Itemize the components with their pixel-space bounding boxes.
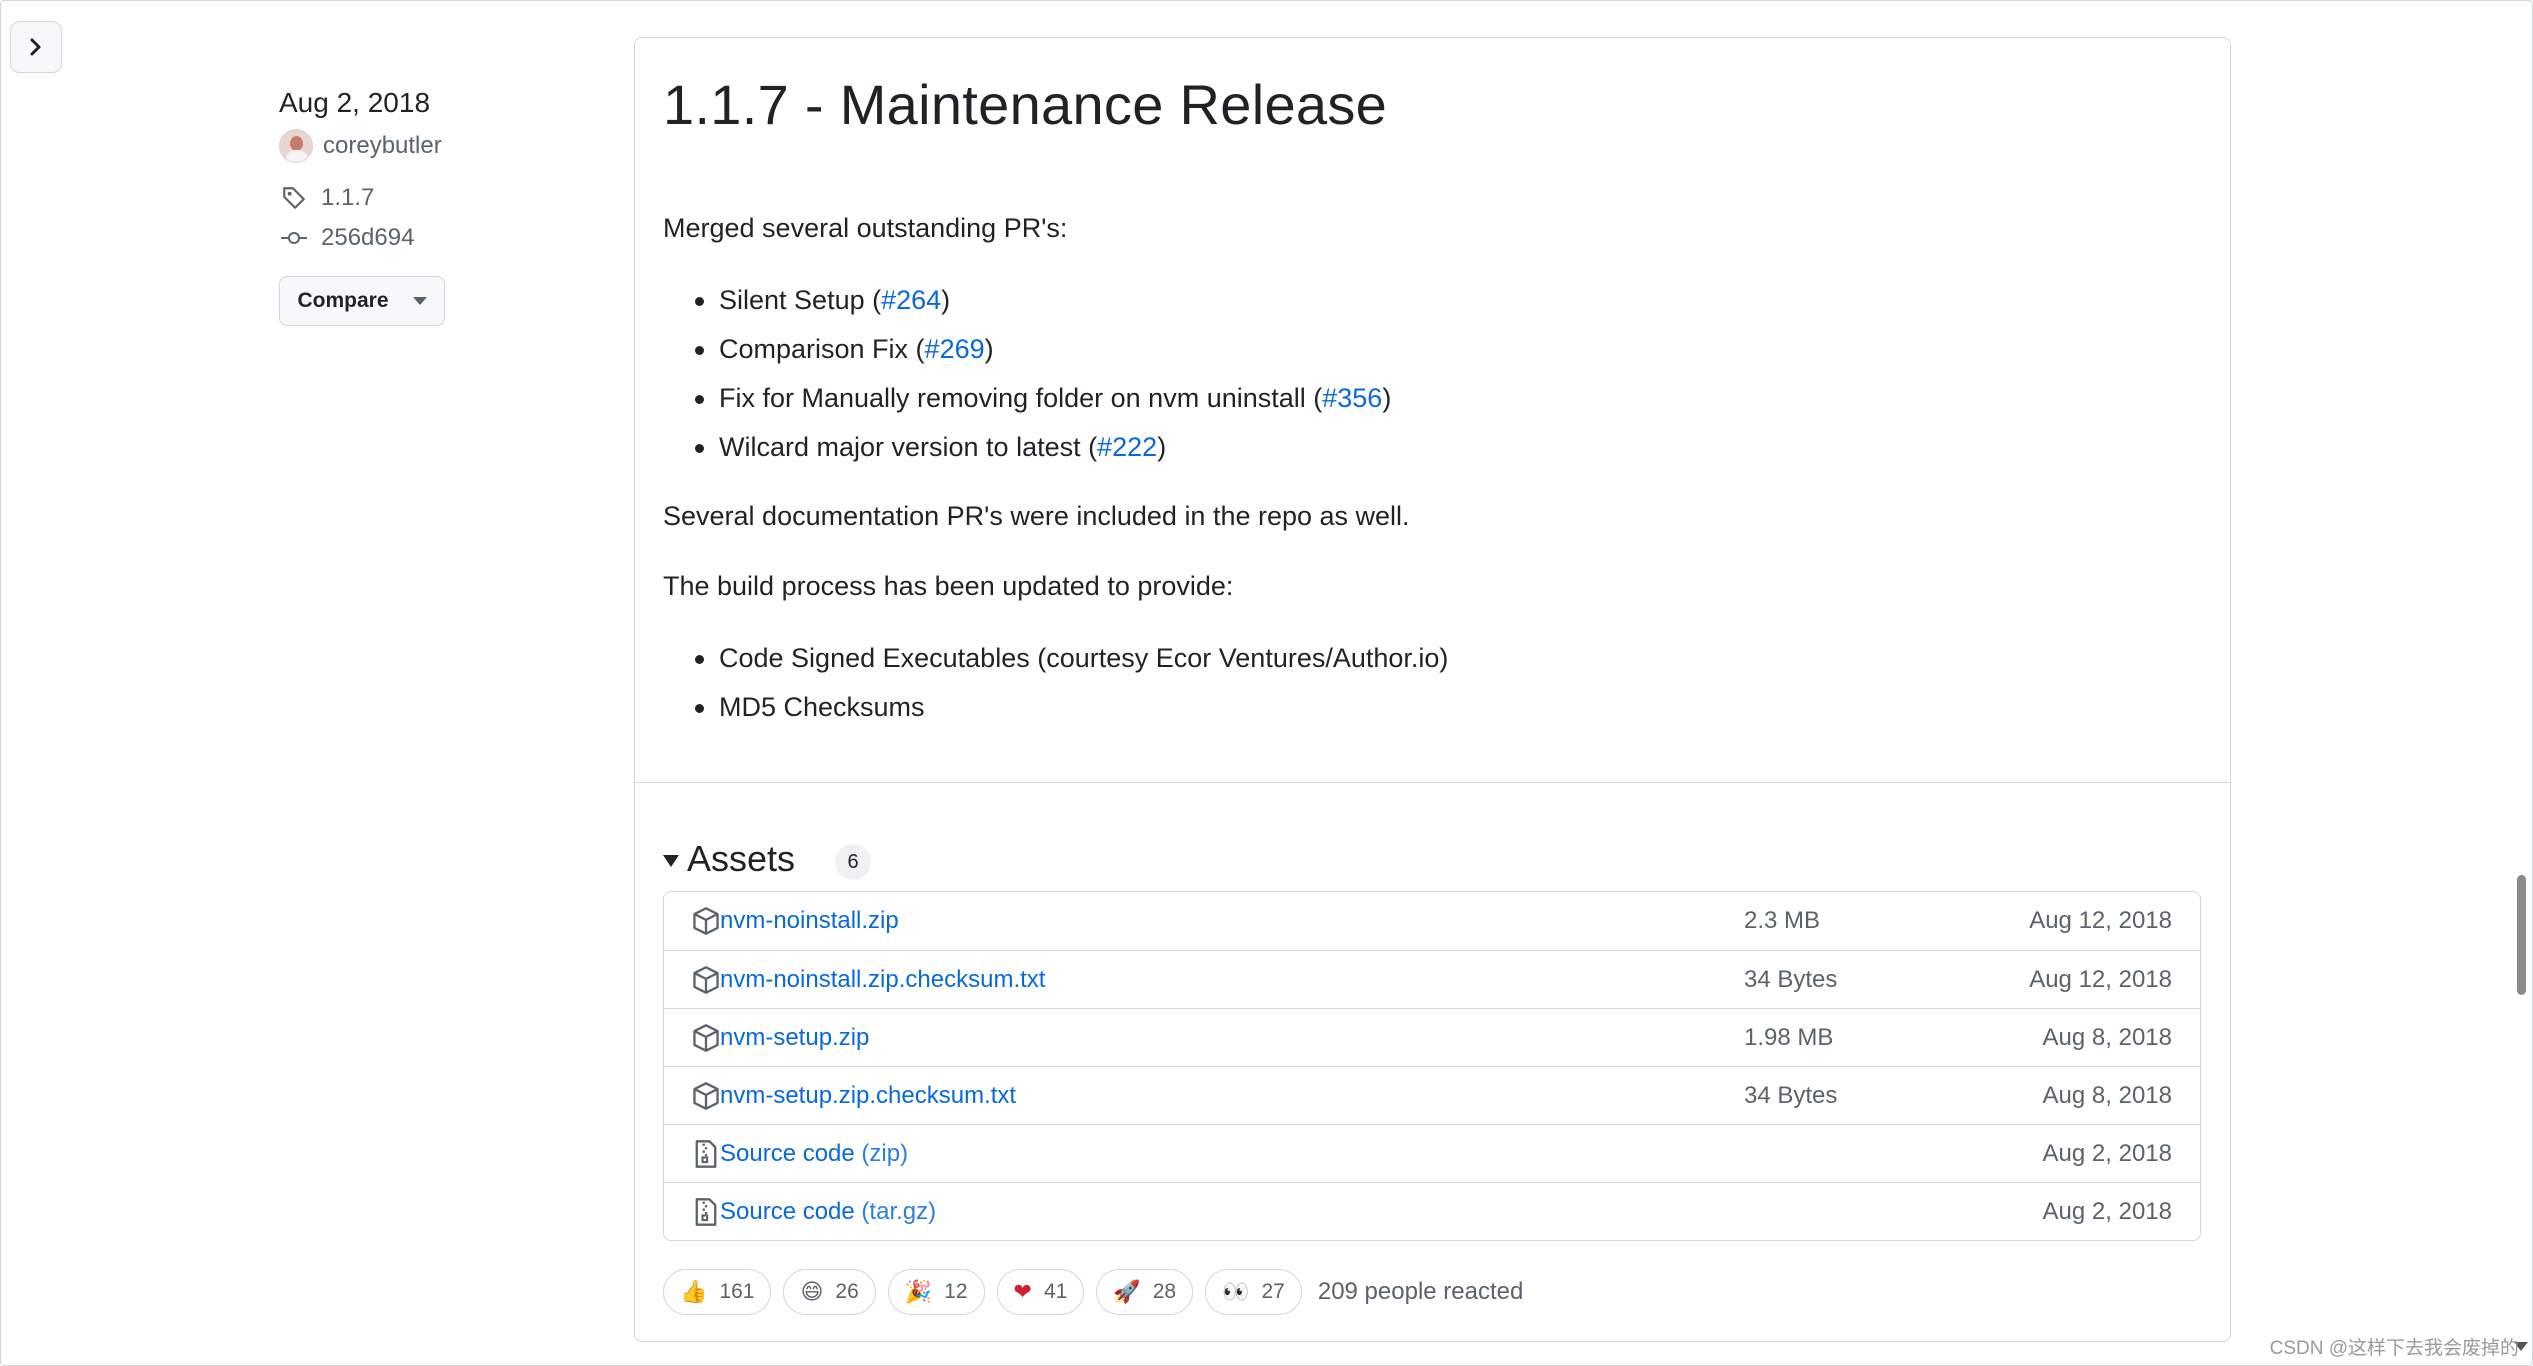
- release-notes: Merged several outstanding PR's: Silent …: [663, 206, 2203, 754]
- watermark: CSDN @这样下去我会废掉的: [2269, 1338, 2519, 1359]
- eyes-icon: 👀: [1222, 1279, 1250, 1304]
- release-sidebar: Aug 2, 2018 coreybutler 1.1.7 256d694 Co…: [279, 80, 609, 326]
- asset-size: 2.3 MB: [1744, 907, 1821, 934]
- asset-date: Aug 2, 2018: [2042, 1197, 2172, 1225]
- reaction-count: 161: [719, 1280, 755, 1303]
- list-item: MD5 Checksums: [691, 683, 2203, 732]
- release-card: 1.1.7 - Maintenance Release Merged sever…: [634, 37, 2231, 1342]
- table-row: nvm-setup.zip 1.98 MB Aug 8, 2018: [664, 1008, 2200, 1066]
- asset-size: 34 Bytes: [1744, 965, 1838, 993]
- scrollbar-thumb[interactable]: [2517, 875, 2526, 995]
- assets-table: nvm-noinstall.zip 2.3 MB Aug 12, 2018 nv…: [663, 891, 2201, 1241]
- asset-link[interactable]: nvm-noinstall.zip: [720, 907, 899, 935]
- build-list: Code Signed Executables (courtesy Ecor V…: [691, 634, 2203, 732]
- asset-link[interactable]: Source code (zip): [720, 1140, 908, 1168]
- commit-icon: [279, 223, 309, 253]
- author-name[interactable]: coreybutler: [323, 132, 442, 160]
- table-row: nvm-noinstall.zip 2.3 MB Aug 12, 2018: [664, 892, 2200, 950]
- reaction-eyes-button[interactable]: 👀 27: [1205, 1269, 1302, 1315]
- pr-list: Silent Setup (#264) Comparison Fix (#269…: [691, 276, 2203, 472]
- package-icon: [693, 1082, 719, 1110]
- laugh-icon: 😄: [800, 1279, 824, 1304]
- list-item: Comparison Fix (#269): [691, 325, 2203, 374]
- asset-date: Aug 8, 2018: [2042, 1081, 2172, 1109]
- hooray-icon: 🎉: [904, 1279, 933, 1304]
- file-zip-icon: [695, 1140, 717, 1168]
- asset-link[interactable]: Source code (tar.gz): [720, 1198, 936, 1226]
- avatar[interactable]: [279, 129, 313, 163]
- reaction-hooray-button[interactable]: 🎉 12: [887, 1269, 985, 1315]
- tag-icon: [279, 183, 309, 213]
- file-zip-icon: [695, 1198, 717, 1226]
- package-icon: [693, 907, 719, 935]
- assets-title: Assets: [687, 838, 796, 879]
- heart-icon: ❤: [1013, 1279, 1032, 1304]
- caret-down-icon: [412, 297, 427, 305]
- reactions-summary[interactable]: 209 people reacted: [1318, 1278, 1524, 1306]
- reaction-heart-button[interactable]: ❤ 41: [996, 1269, 1085, 1315]
- table-row: Source code (zip) Aug 2, 2018: [664, 1124, 2200, 1182]
- compare-button[interactable]: Compare: [279, 276, 445, 326]
- assets-toggle[interactable]: Assets 6: [663, 838, 872, 880]
- author-row[interactable]: coreybutler: [279, 126, 609, 166]
- asset-link[interactable]: nvm-setup.zip.checksum.txt: [720, 1082, 1016, 1110]
- asset-link[interactable]: nvm-noinstall.zip.checksum.txt: [720, 966, 1045, 994]
- release-date: Aug 2, 2018: [279, 87, 431, 118]
- pr-link[interactable]: #269: [925, 334, 985, 364]
- thumbs-up-icon: 👍: [680, 1279, 708, 1304]
- pr-link[interactable]: #356: [1322, 383, 1382, 413]
- asset-size: 1.98 MB: [1744, 1023, 1834, 1051]
- tag-row[interactable]: 1.1.7: [279, 178, 609, 218]
- reaction-count: 12: [944, 1280, 968, 1303]
- table-row: Source code (tar.gz) Aug 2, 2018: [664, 1182, 2200, 1240]
- reaction-rocket-button[interactable]: 🚀 28: [1096, 1269, 1194, 1315]
- chevron-right-icon: [30, 38, 41, 56]
- triangle-down-icon: [663, 855, 679, 867]
- reaction-thumbs-up-button[interactable]: 👍 161: [663, 1269, 772, 1315]
- rocket-icon: 🚀: [1113, 1279, 1141, 1304]
- expand-sidebar-button[interactable]: [10, 21, 62, 73]
- assets-count-badge: 6: [835, 844, 872, 880]
- reaction-count: 41: [1043, 1280, 1068, 1303]
- asset-date: Aug 2, 2018: [2042, 1139, 2172, 1167]
- notes-intro: Merged several outstanding PR's:: [663, 213, 1068, 243]
- asset-date: Aug 12, 2018: [2029, 965, 2172, 993]
- docs-note: Several documentation PR's were included…: [663, 501, 1410, 531]
- asset-size: 34 Bytes: [1744, 1081, 1838, 1109]
- asset-link[interactable]: nvm-setup.zip: [720, 1024, 869, 1052]
- reaction-count: 27: [1261, 1280, 1285, 1303]
- compare-label: Compare: [297, 289, 389, 312]
- list-item: Wilcard major version to latest (#222): [691, 423, 2203, 472]
- list-item: Code Signed Executables (courtesy Ecor V…: [691, 634, 2203, 683]
- commit-row[interactable]: 256d694: [279, 218, 609, 258]
- reaction-laugh-button[interactable]: 😄 26: [783, 1269, 876, 1315]
- divider: [635, 782, 2230, 783]
- tag-label[interactable]: 1.1.7: [321, 184, 374, 212]
- table-row: nvm-noinstall.zip.checksum.txt 34 Bytes …: [664, 950, 2200, 1008]
- release-title[interactable]: 1.1.7 - Maintenance Release: [663, 72, 1387, 137]
- asset-date: Aug 8, 2018: [2042, 1023, 2172, 1051]
- pr-link[interactable]: #264: [881, 285, 941, 315]
- list-item: Fix for Manually removing folder on nvm …: [691, 374, 2203, 423]
- build-intro: The build process has been updated to pr…: [663, 571, 1234, 601]
- pr-link[interactable]: #222: [1097, 432, 1157, 462]
- package-icon: [693, 1024, 719, 1052]
- list-item: Silent Setup (#264): [691, 276, 2203, 325]
- reaction-count: 26: [835, 1280, 859, 1303]
- table-row: nvm-setup.zip.checksum.txt 34 Bytes Aug …: [664, 1066, 2200, 1124]
- package-icon: [693, 966, 719, 994]
- asset-date: Aug 12, 2018: [2029, 907, 2172, 934]
- reactions-bar: 👍 161 😄 26 🎉 12 ❤ 41 🚀 28 👀 27 209 people reac…: [663, 1269, 1523, 1315]
- reaction-count: 28: [1152, 1280, 1177, 1303]
- commit-sha[interactable]: 256d694: [321, 224, 414, 252]
